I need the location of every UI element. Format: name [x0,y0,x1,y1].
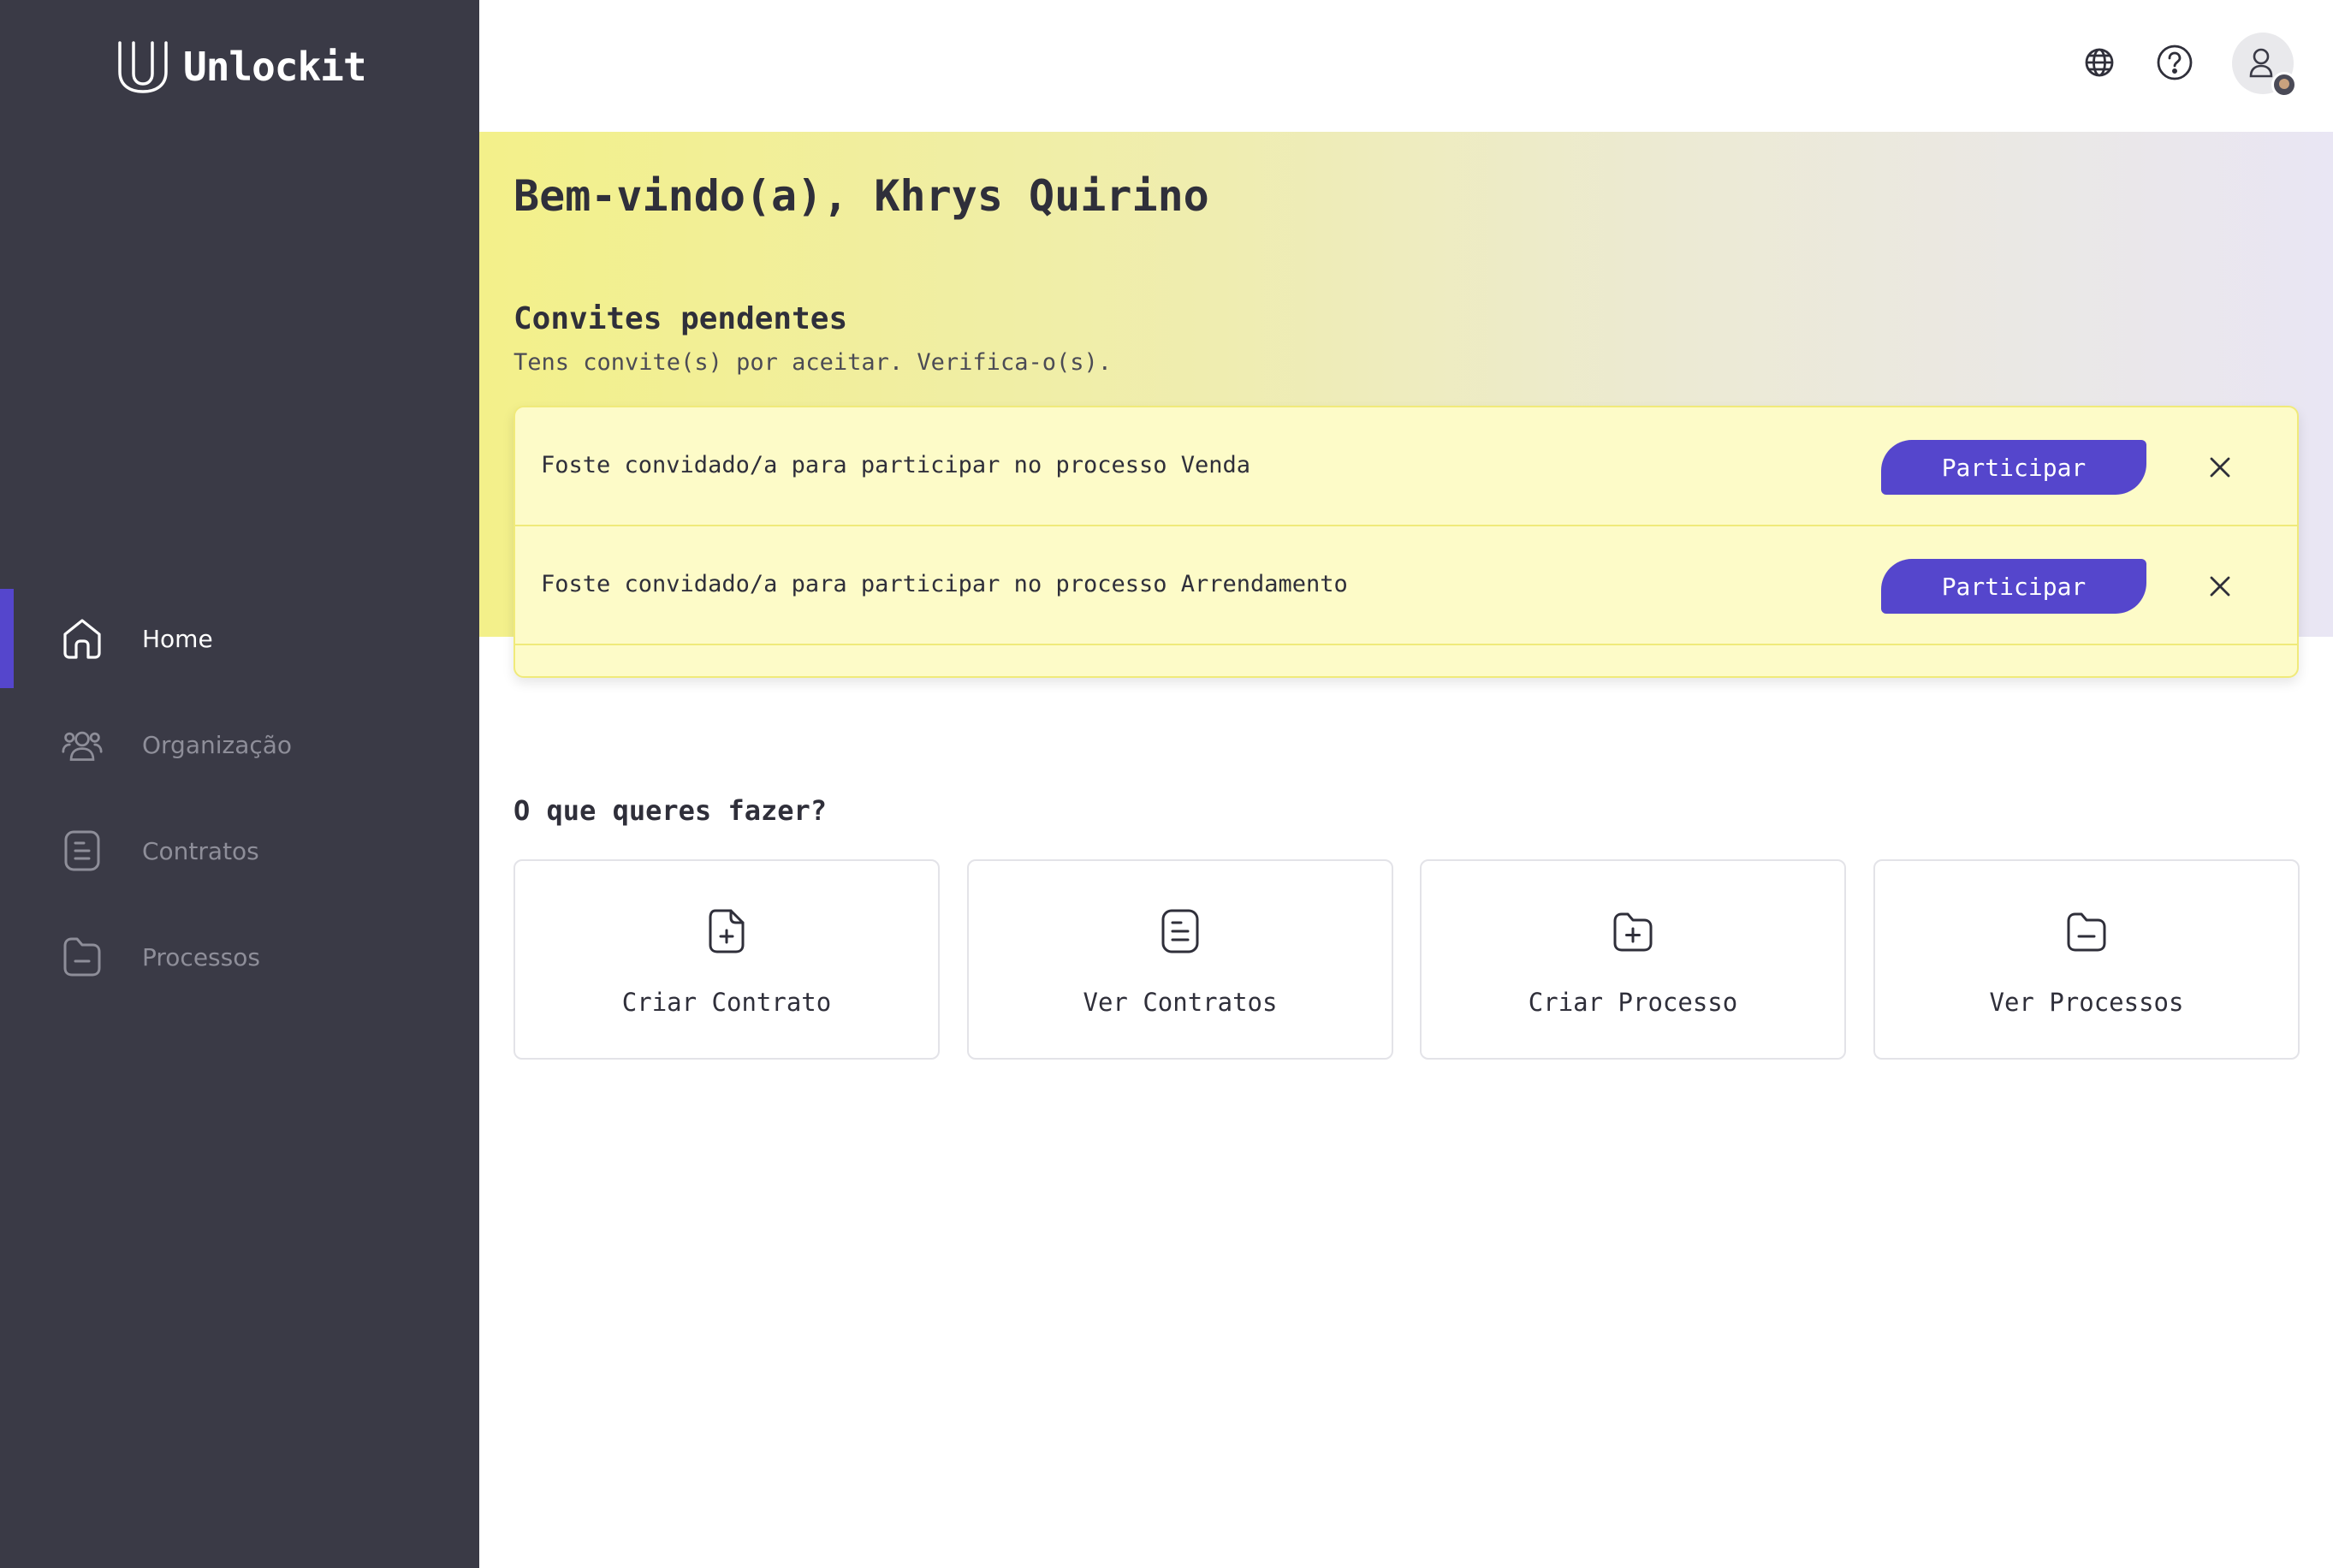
document-icon [62,829,103,873]
folder-plus-icon [1612,907,1654,955]
sidebar-item-label: Contratos [142,836,259,865]
invite-message: Foste convidado/a para participar no pro… [541,452,1251,478]
unlockit-logo-icon [118,41,168,93]
profile-photo-badge [2271,72,2297,98]
app-logo[interactable]: Unlockit [115,39,367,94]
view-contracts-card[interactable]: Ver Contratos [967,859,1393,1060]
help-icon[interactable] [2155,43,2194,82]
invite-row: Foste convidado/a para participar no pro… [515,407,2297,526]
user-avatar[interactable] [2232,33,2297,98]
sidebar-item-organizacao[interactable]: Organização [0,695,479,794]
file-plus-icon [705,907,748,955]
card-label: Criar Contrato [621,988,832,1017]
invite-row: Foste convidado/a para participar no pro… [515,526,2297,645]
sidebar-item-contratos[interactable]: Contratos [0,801,479,900]
users-icon [62,722,103,767]
actions-title: O que queres fazer? [513,794,828,827]
participate-button[interactable]: Participar [1881,440,2146,495]
close-icon[interactable] [2203,569,2237,603]
sidebar-item-label: Home [142,624,213,653]
pending-invites-title: Convites pendentes [513,301,848,336]
folder-icon [62,935,103,979]
sidebar-item-processos[interactable]: Processos [0,907,479,1007]
view-processes-card[interactable]: Ver Processos [1873,859,2300,1060]
sidebar-item-label: Organização [142,730,293,759]
top-bar [479,0,2333,132]
sidebar-item-home[interactable]: Home [0,589,479,688]
card-label: Criar Processo [1528,988,1738,1017]
pending-invites-subtitle: Tens convite(s) por aceitar. Verifica-o(… [513,349,1112,376]
invite-message: Foste convidado/a para participar no pro… [541,571,1348,597]
document-icon [1159,907,1202,955]
home-icon [62,616,103,661]
sidebar-nav: Home Organização Contratos Processos [0,589,479,1013]
create-contract-card[interactable]: Criar Contrato [513,859,940,1060]
app-name: Unlockit [183,44,367,90]
folder-minus-icon [2065,907,2108,955]
create-process-card[interactable]: Criar Processo [1420,859,1846,1060]
sidebar: Unlockit Home Organização Contratos Proc… [0,0,479,1568]
sidebar-item-label: Processos [142,942,260,971]
participate-button[interactable]: Participar [1881,559,2146,614]
close-icon[interactable] [2203,450,2237,484]
page-title: Bem-vindo(a), Khrys Quirino [513,171,1209,221]
card-label: Ver Contratos [1083,988,1278,1017]
invites-list: Foste convidado/a para participar no pro… [513,406,2299,678]
card-label: Ver Processos [1989,988,2184,1017]
globe-icon[interactable] [2080,43,2119,82]
